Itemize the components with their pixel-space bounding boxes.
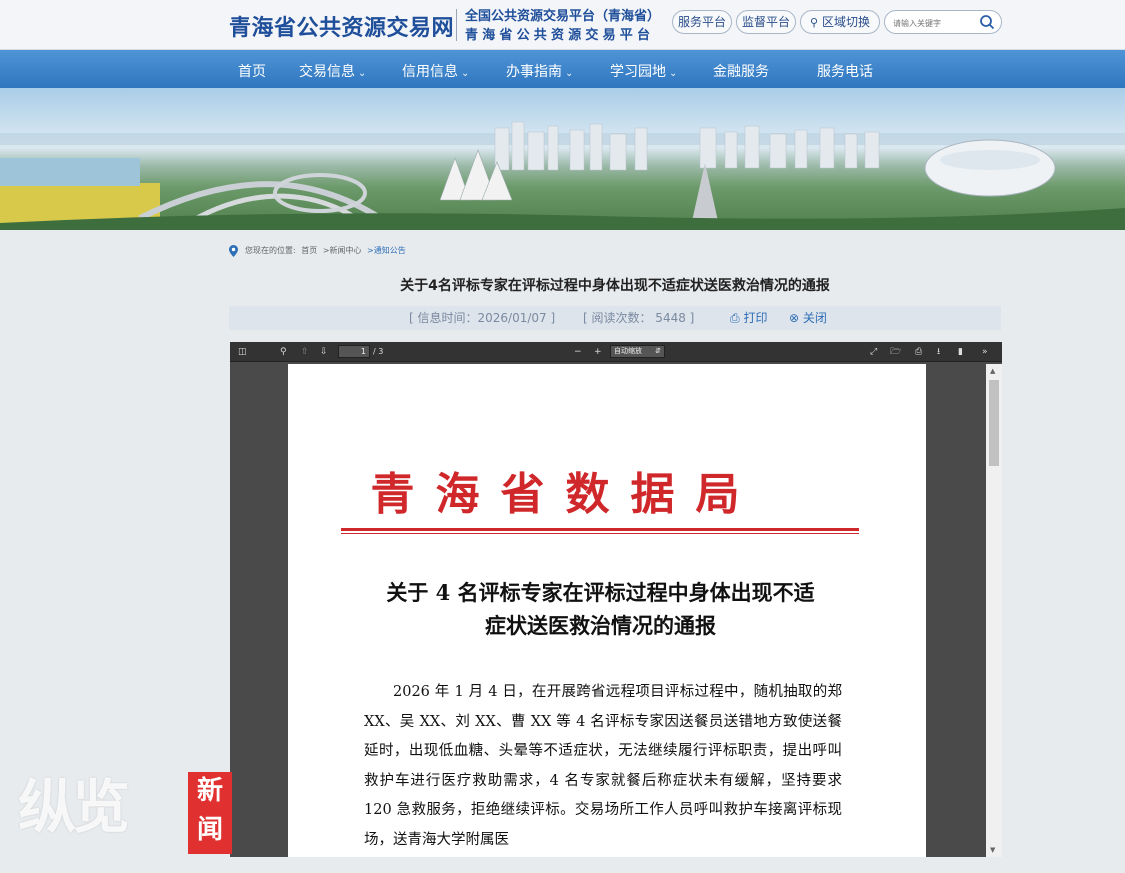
open-file-icon[interactable]: 🗁 — [890, 346, 901, 358]
region-switch-label: 区域切换 — [821, 15, 870, 29]
printer-icon: ⎙ — [730, 311, 740, 325]
print-button[interactable]: ⎙ 打印 — [730, 306, 767, 330]
nav-home-label: 首页 — [238, 64, 266, 80]
platform-name-provincial: 青海省公共资源交易平台 — [465, 28, 655, 43]
chevron-down-icon: ⌄ — [358, 68, 367, 79]
search-input[interactable] — [893, 12, 973, 35]
nav-learning[interactable]: 学习园地 ⌄ — [610, 61, 677, 81]
read-count: [ 阅读次数： 5448 ] — [583, 311, 695, 325]
search-icon[interactable] — [979, 14, 995, 30]
print-icon[interactable]: ⎙ — [915, 346, 922, 358]
close-icon: ⊗ — [789, 311, 800, 325]
service-platform-button[interactable]: 服务平台 — [672, 10, 732, 34]
next-page-icon[interactable]: ⇩ — [320, 346, 328, 358]
nav-guide-label: 办事指南 — [506, 64, 562, 80]
chevron-down-icon: ⌄ — [669, 68, 678, 79]
breadcrumb-notices[interactable]: >通知公告 — [367, 246, 406, 255]
close-label: 关闭 — [802, 311, 827, 325]
scroll-up-icon[interactable]: ▲ — [990, 367, 995, 375]
banner-illustration — [0, 121, 1125, 230]
location-pin-icon: ⚲ — [810, 16, 819, 29]
nav-service-phone-label: 服务电话 — [817, 64, 873, 80]
header-divider — [456, 9, 457, 41]
scroll-thumb[interactable] — [989, 380, 999, 466]
breadcrumb: 您现在的位置: 首页 >新闻中心 >通知公告 — [245, 245, 409, 256]
city-banner-image — [0, 88, 1125, 230]
supervision-platform-button[interactable]: 监督平台 — [736, 10, 796, 34]
zoom-select[interactable]: 自动缩放 ⇵ — [610, 345, 665, 358]
region-switch-button[interactable]: ⚲ 区域切换 — [800, 10, 880, 34]
watermark-logo: 纵览 — [18, 773, 130, 841]
nav-credit-info[interactable]: 信用信息 ⌄ — [402, 61, 469, 81]
breadcrumb-news-center[interactable]: >新闻中心 — [323, 246, 362, 255]
tools-menu-icon[interactable]: » — [982, 346, 988, 358]
nav-credit-info-label: 信用信息 — [402, 64, 458, 80]
nav-guide[interactable]: 办事指南 ⌄ — [506, 61, 573, 81]
nav-service-phone[interactable]: 服务电话 — [817, 61, 873, 81]
page-total: / 3 — [373, 347, 384, 356]
pdf-viewer: ◫ ⚲ ⇧ ⇩ / 3 − + 自动缩放 ⇵ ⤢ 🗁 ⎙ ⭳ ▮ » 青海省数据… — [230, 342, 1002, 857]
sidebar-toggle-icon[interactable]: ◫ — [238, 346, 247, 358]
pdf-page: 青海省数据局 关于 4 名评标专家在评标过程中身体出现不适 症状送医救治情况的通… — [288, 364, 926, 857]
article-meta-bar: [ 信息时间：2026/01/07 ] [ 阅读次数： 5448 ] ⎙ 打印 … — [229, 306, 1001, 330]
red-rule-thick — [341, 528, 859, 531]
search-box — [884, 10, 1002, 35]
previous-page-icon[interactable]: ⇧ — [301, 346, 309, 358]
nav-trading-info-label: 交易信息 — [299, 64, 355, 80]
document-title-line1: 关于 4 名评标专家在评标过程中身体出现不适 — [386, 580, 815, 605]
download-icon[interactable]: ⭳ — [937, 346, 940, 358]
chevron-down-icon: ⌄ — [565, 68, 574, 79]
bookmark-icon[interactable]: ▮ — [958, 346, 963, 358]
chevron-down-icon: ⌄ — [461, 68, 470, 79]
nav-finance[interactable]: 金融服务 — [713, 61, 769, 81]
pdf-toolbar: ◫ ⚲ ⇧ ⇩ / 3 − + 自动缩放 ⇵ ⤢ 🗁 ⎙ ⭳ ▮ » — [230, 342, 1002, 362]
close-button[interactable]: ⊗ 关闭 — [789, 306, 827, 330]
print-label: 打印 — [743, 311, 768, 325]
scroll-down-icon[interactable]: ▼ — [990, 846, 995, 854]
location-pin-icon — [229, 245, 238, 257]
nav-learning-label: 学习园地 — [610, 64, 666, 80]
main-nav: 首页 交易信息 ⌄ 信用信息 ⌄ 办事指南 ⌄ 学习园地 ⌄ 金融服务 服务电话 — [0, 50, 1125, 88]
document-title: 关于 4 名评标专家在评标过程中身体出现不适 症状送医救治情况的通报 — [328, 576, 873, 642]
breadcrumb-prefix: 您现在的位置: — [245, 246, 296, 255]
select-arrow-icon: ⇵ — [655, 347, 661, 355]
article-title: 关于4名评标专家在评标过程中身体出现不适症状送医救治情况的通报 — [400, 278, 830, 294]
site-title[interactable]: 青海省公共资源交易网 — [229, 10, 454, 42]
zoom-in-icon[interactable]: + — [594, 346, 602, 358]
document-body: 2026 年 1 月 4 日，在开展跨省远程项目评标过程中，随机抽取的郑 XX、… — [364, 678, 842, 855]
zoom-out-icon[interactable]: − — [574, 346, 582, 358]
presentation-mode-icon[interactable]: ⤢ — [870, 346, 877, 358]
document-title-line2: 症状送医救治情况的通报 — [485, 613, 716, 638]
breadcrumb-home[interactable]: 首页 — [301, 246, 317, 255]
nav-trading-info[interactable]: 交易信息 ⌄ — [299, 61, 366, 81]
page-number-input[interactable] — [338, 345, 370, 358]
nav-home[interactable]: 首页 — [238, 61, 266, 81]
nav-finance-label: 金融服务 — [713, 64, 769, 80]
document-issuer: 青海省数据局 — [370, 469, 761, 520]
red-rule-thin — [341, 533, 859, 534]
zoom-value: 自动缩放 — [614, 347, 642, 355]
pdf-scrollbar[interactable]: ▲ ▼ — [986, 364, 1002, 857]
document-paragraph: 2026 年 1 月 4 日，在开展跨省远程项目评标过程中，随机抽取的郑 XX、… — [364, 684, 842, 848]
platform-name-national: 全国公共资源交易平台（青海省） — [465, 9, 661, 24]
info-time: [ 信息时间：2026/01/07 ] — [409, 311, 556, 325]
watermark-news-badge: 新闻 — [188, 772, 232, 854]
site-header: 青海省公共资源交易网 全国公共资源交易平台（青海省） 青海省公共资源交易平台 服… — [0, 0, 1125, 50]
find-icon[interactable]: ⚲ — [280, 346, 287, 358]
